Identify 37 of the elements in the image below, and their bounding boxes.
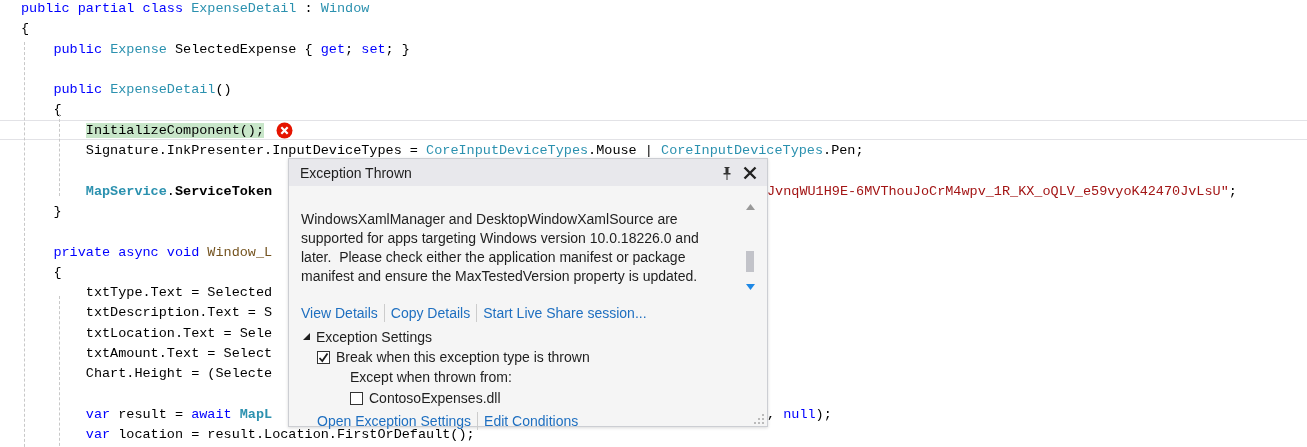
resize-grip-icon[interactable] xyxy=(754,414,764,424)
popup-link[interactable]: Open Exception Settings xyxy=(317,413,472,429)
code-fragment: JvnqWU1H9E-6MVThouJoCrM4wpv_1R_KX_oQLV_e59vyoK42470JvLsU"; xyxy=(767,183,1237,199)
checkbox[interactable] xyxy=(317,350,330,364)
checkbox[interactable] xyxy=(350,391,363,405)
scroll-up-icon[interactable] xyxy=(745,204,755,210)
popup-title: Exception Thrown xyxy=(300,164,413,181)
scrollbar-thumb[interactable] xyxy=(746,250,754,272)
pin-icon[interactable] xyxy=(723,165,731,180)
close-icon[interactable] xyxy=(743,165,757,180)
code-fragment: , null); xyxy=(767,406,832,422)
code-line: { xyxy=(52,263,62,282)
checkbox-label: ContosoExpenses.dll xyxy=(369,390,501,406)
code-line: txtLocation.Text = Sele xyxy=(84,324,273,343)
exception-message: WindowsXamlManager and DesktopWindowXamlSource are supported for apps targeting Windows version 10.0.18226.0 and later. Please check either the application manifest or package manifest and ensure the MaxTestedVersion property is updated. xyxy=(301,210,700,286)
popup-link[interactable]: Copy Details xyxy=(390,305,471,321)
section-label: Exception Settings xyxy=(316,328,432,345)
code-line: txtAmount.Text = Select xyxy=(84,345,273,364)
code-line: { xyxy=(21,20,30,39)
code-line: var result = await MapL xyxy=(84,405,273,424)
checkbox-label: Break when this exception type is thrown xyxy=(336,349,590,365)
popup-link[interactable]: View Details xyxy=(301,305,378,321)
code-line: private async void Window_L xyxy=(52,243,273,262)
code-line: Signature.InkPresenter.InputDeviceTypes = CoreInputDeviceTypes.Mouse | CoreInputDeviceTypes.Pen; xyxy=(84,142,864,161)
popup-link[interactable]: Start Live Share session... xyxy=(483,305,647,321)
code-line: public partial class ExpenseDetail : Window xyxy=(21,0,370,18)
scroll-down-icon[interactable] xyxy=(745,284,755,290)
code-line: } xyxy=(52,202,62,221)
code-line: MapService.ServiceToken xyxy=(84,182,273,201)
code-line: txtDescription.Text = S xyxy=(84,304,273,323)
code-line: txtType.Text = Selected xyxy=(84,284,273,303)
code-line: public ExpenseDetail() xyxy=(52,81,232,100)
code-line: Chart.Height = (Selecte xyxy=(84,365,273,384)
code-line: public Expense SelectedExpense { get; set; } xyxy=(52,40,410,59)
popup-link[interactable]: Edit Conditions xyxy=(484,413,579,429)
except-label: Except when thrown from: xyxy=(349,368,513,387)
expander-icon[interactable] xyxy=(302,332,311,341)
